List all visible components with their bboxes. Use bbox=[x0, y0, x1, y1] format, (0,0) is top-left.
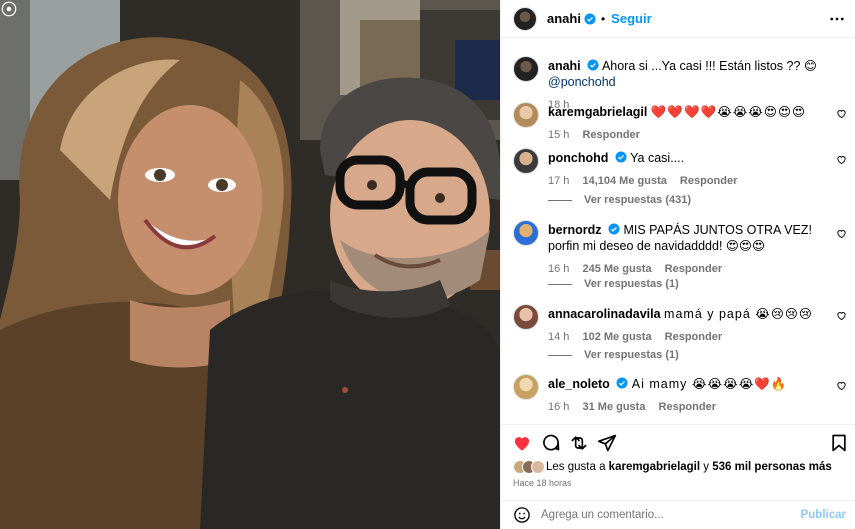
comment-row: karemgabrielagil ❤️❤️❤️❤️😭😭😭😍😍😍 15 h Res… bbox=[513, 102, 853, 142]
avatar[interactable] bbox=[513, 56, 539, 82]
comment-likes[interactable]: 102 Me gusta bbox=[582, 331, 651, 343]
heart-icon[interactable] bbox=[836, 154, 847, 165]
comment-likes[interactable]: 245 Me gusta bbox=[582, 263, 651, 275]
caption-username[interactable]: anahi bbox=[548, 59, 581, 73]
separator-dot: • bbox=[600, 11, 606, 26]
likes-middle: y bbox=[703, 461, 710, 473]
heart-icon[interactable] bbox=[836, 310, 847, 321]
likes-user[interactable]: karemgabrielagil bbox=[609, 461, 700, 473]
author-username[interactable]: anahi bbox=[547, 11, 581, 26]
comment-row: ale_noleto Ai mamy 😭😭😭😭❤️🔥 16 h 31 Me gu… bbox=[513, 374, 853, 414]
comment-username[interactable]: ale_noleto bbox=[548, 377, 610, 391]
verified-badge-icon bbox=[615, 151, 627, 163]
comment-row: ponchohd Ya casi.... 17 h 14,104 Me gust… bbox=[513, 148, 853, 188]
heart-icon[interactable] bbox=[836, 380, 847, 391]
view-replies-label: Ver respuestas (1) bbox=[584, 278, 679, 290]
comment-text: ❤️❤️❤️❤️😭😭😭😍😍😍 bbox=[650, 105, 807, 119]
comment-username[interactable]: ponchohd bbox=[548, 151, 608, 165]
verified-badge-icon bbox=[584, 13, 596, 24]
likes-count[interactable]: 536 mil personas más bbox=[712, 461, 832, 473]
send-icon[interactable] bbox=[597, 433, 617, 453]
view-replies-button[interactable]: Ver respuestas (1) bbox=[548, 349, 679, 361]
reply-button[interactable]: Responder bbox=[659, 401, 716, 413]
verified-badge-icon bbox=[587, 59, 599, 71]
comment-composer: Publicar bbox=[501, 500, 855, 529]
avatar[interactable] bbox=[513, 304, 539, 330]
view-replies-label: Ver respuestas (1) bbox=[584, 349, 679, 361]
comment-username[interactable]: annacarolinadavila bbox=[548, 307, 661, 321]
share-icon[interactable] bbox=[569, 433, 589, 453]
caption-mention[interactable]: @ponchohd bbox=[548, 75, 616, 89]
comment-row: bernordz MIS PAPÁS JUNTOS OTRA VEZ! porf… bbox=[513, 220, 853, 276]
reply-button[interactable]: Responder bbox=[680, 175, 737, 187]
post-side-panel: anahi • Seguir anahi Ahora si ...Ya casi… bbox=[500, 0, 855, 529]
comment-input[interactable] bbox=[541, 509, 781, 521]
comment-text: Ya casi.... bbox=[630, 151, 685, 165]
comment-time: 15 h bbox=[548, 129, 570, 141]
avatar[interactable] bbox=[513, 6, 537, 31]
view-replies-button[interactable]: Ver respuestas (1) bbox=[548, 278, 679, 290]
bookmark-icon[interactable] bbox=[829, 433, 849, 453]
avatar[interactable] bbox=[513, 220, 539, 246]
heart-icon[interactable] bbox=[836, 108, 847, 119]
heart-icon[interactable] bbox=[836, 228, 847, 239]
comment-icon[interactable] bbox=[541, 433, 561, 453]
view-replies-label: Ver respuestas (431) bbox=[584, 194, 692, 206]
post-header: anahi • Seguir bbox=[501, 0, 855, 38]
action-bar bbox=[501, 424, 855, 454]
comment-text: mamá y papá 😭😢😢😢 bbox=[664, 307, 813, 321]
comment-text: Ai mamy 😭😭😭😭❤️🔥 bbox=[631, 377, 788, 391]
verified-badge-icon bbox=[616, 377, 628, 389]
follow-button[interactable]: Seguir bbox=[611, 11, 651, 26]
likes-summary[interactable]: Les gusta a karemgabrielagil y 536 mil p… bbox=[513, 460, 832, 474]
emoji-icon[interactable] bbox=[513, 506, 531, 524]
avatar[interactable] bbox=[513, 102, 539, 128]
like-heart-icon[interactable] bbox=[512, 433, 532, 453]
comments-list[interactable]: anahi Ahora si ...Ya casi !!! Están list… bbox=[501, 38, 855, 416]
more-options-icon[interactable] bbox=[828, 10, 846, 28]
comment-likes[interactable]: 31 Me gusta bbox=[582, 401, 645, 413]
comment-time: 17 h bbox=[548, 175, 570, 187]
publish-button[interactable]: Publicar bbox=[801, 509, 846, 521]
comment-time: 16 h bbox=[548, 401, 570, 413]
comment-time: 16 h bbox=[548, 263, 570, 275]
comment-row: annacarolinadavila mamá y papá 😭😢😢😢 14 h… bbox=[513, 304, 853, 344]
selfie-illustration bbox=[0, 0, 500, 529]
avatar[interactable] bbox=[513, 148, 539, 174]
posted-time: Hace 18 horas bbox=[513, 478, 572, 488]
carousel-icon[interactable] bbox=[0, 0, 18, 18]
reply-button[interactable]: Responder bbox=[582, 129, 639, 141]
comment-likes[interactable]: 14,104 Me gusta bbox=[582, 175, 666, 187]
caption-text: Ahora si ...Ya casi !!! Están listos ?? … bbox=[601, 59, 817, 73]
likes-prefix: Les gusta a bbox=[546, 461, 606, 473]
reply-button[interactable]: Responder bbox=[665, 331, 722, 343]
view-replies-button[interactable]: Ver respuestas (431) bbox=[548, 194, 691, 206]
comment-username[interactable]: karemgabrielagil bbox=[548, 105, 647, 119]
comment-time: 14 h bbox=[548, 331, 570, 343]
reply-button[interactable]: Responder bbox=[665, 263, 722, 275]
liker-avatars bbox=[513, 460, 545, 474]
avatar[interactable] bbox=[513, 374, 539, 400]
caption: anahi Ahora si ...Ya casi !!! Están list… bbox=[513, 56, 853, 111]
post-photo[interactable] bbox=[0, 0, 500, 529]
verified-badge-icon bbox=[608, 223, 620, 235]
comment-username[interactable]: bernordz bbox=[548, 223, 601, 237]
